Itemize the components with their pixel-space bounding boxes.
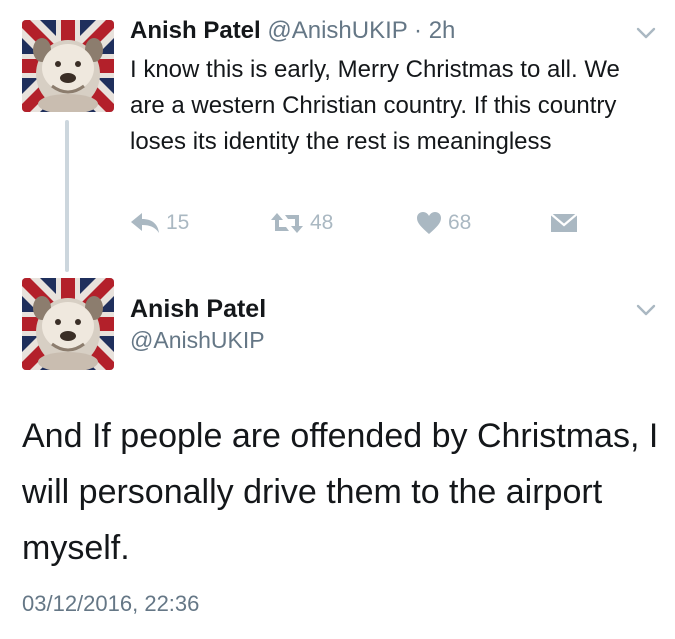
reply-icon — [131, 213, 159, 233]
direct-message-button[interactable] — [550, 208, 584, 238]
header-separator: · — [414, 17, 423, 44]
reply-count: 15 — [166, 211, 190, 234]
like-count: 68 — [448, 211, 472, 234]
like-button[interactable]: 68 — [416, 208, 471, 238]
tweet-header: Anish Patel @AnishUKIP · 2h — [130, 16, 455, 46]
retweet-icon — [271, 213, 303, 233]
bulldog-avatar-image — [22, 20, 114, 112]
chevron-down-icon[interactable] — [636, 303, 656, 317]
tweet-timestamp[interactable]: 03/12/2016, 22:36 — [22, 590, 199, 618]
author-handle[interactable]: @AnishUKIP — [130, 326, 265, 354]
envelope-icon — [550, 213, 578, 232]
avatar[interactable] — [22, 278, 114, 370]
tweet-time-ago[interactable]: 2h — [429, 17, 456, 44]
author-handle[interactable]: @AnishUKIP — [267, 17, 407, 44]
thread-connector-line — [65, 120, 69, 272]
tweet-text: And If people are offended by Christmas,… — [22, 417, 659, 567]
chevron-down-icon[interactable] — [636, 26, 656, 40]
retweet-button[interactable]: 48 — [270, 208, 333, 238]
author-name[interactable]: Anish Patel — [130, 294, 266, 324]
tweet-text: I know this is early, Merry Christmas to… — [130, 56, 620, 155]
retweet-count: 48 — [310, 211, 334, 234]
tweet-actions-bar: 15 48 68 — [130, 208, 590, 238]
bulldog-avatar-image — [22, 278, 114, 370]
heart-icon — [417, 212, 441, 234]
avatar[interactable] — [22, 20, 114, 112]
author-name[interactable]: Anish Patel — [130, 17, 261, 44]
reply-button[interactable]: 15 — [130, 208, 189, 238]
